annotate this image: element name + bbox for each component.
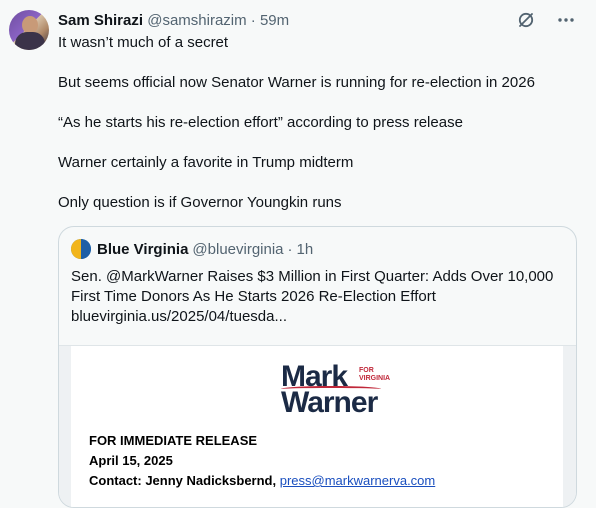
tweet-text: It wasn’t much of a secret But seems off… bbox=[58, 33, 578, 233]
tweet-actions bbox=[516, 10, 576, 30]
quote-image[interactable]: Mark FOR VIRGINIA Warner FOR IMMEDIATE R… bbox=[59, 345, 576, 507]
logo-for-virginia: FOR VIRGINIA bbox=[359, 367, 391, 382]
tweet-paragraph: Warner certainly a favorite in Trump mid… bbox=[58, 154, 354, 171]
grok-icon[interactable] bbox=[516, 10, 536, 30]
tweet-paragraph: It wasn’t much of a secret bbox=[58, 34, 229, 51]
tweet-paragraph: “As he starts his re-election effort” ac… bbox=[58, 114, 463, 131]
avatar-shirt bbox=[15, 32, 45, 50]
quote-link[interactable]: bluevirginia.us/2025/04/tuesda... bbox=[71, 307, 566, 327]
tweet-paragraph: But seems official now Senator Warner is… bbox=[58, 74, 535, 91]
tweet-header: Sam Shirazi @samshirazim · 59m bbox=[58, 12, 289, 29]
logo-bottom: Warner bbox=[281, 386, 378, 419]
release-label: FOR IMMEDIATE RELEASE bbox=[89, 433, 258, 448]
quote-line: First Time Donors As He Starts 2026 Re-E… bbox=[71, 288, 436, 305]
press-release-page: Mark FOR VIRGINIA Warner FOR IMMEDIATE R… bbox=[71, 346, 563, 507]
press-release-text: FOR IMMEDIATE RELEASE April 15, 2025 Con… bbox=[89, 431, 435, 491]
blue-virginia-logo-icon[interactable] bbox=[71, 239, 91, 259]
avatar[interactable] bbox=[9, 10, 49, 50]
quote-text: Sen. @MarkWarner Raises $3 Million in Fi… bbox=[71, 267, 566, 327]
tweet[interactable]: Sam Shirazi @samshirazim · 59m It wasn’t… bbox=[0, 0, 596, 508]
separator: · bbox=[250, 12, 256, 29]
author-handle[interactable]: @samshirazim bbox=[147, 12, 246, 29]
quote-timestamp[interactable]: 1h bbox=[297, 241, 314, 258]
quote-tweet[interactable]: Blue Virginia @bluevirginia · 1h Sen. @M… bbox=[58, 226, 577, 508]
release-date: April 15, 2025 bbox=[89, 453, 173, 468]
quote-author-handle[interactable]: @bluevirginia bbox=[192, 241, 283, 258]
more-icon[interactable] bbox=[556, 10, 576, 30]
quote-line: Sen. @MarkWarner Raises $3 Million in Fi… bbox=[71, 268, 554, 285]
release-contact: Contact: Jenny Nadicksbernd, press@markw… bbox=[89, 473, 436, 488]
tweet-paragraph: Only question is if Governor Youngkin ru… bbox=[58, 194, 342, 211]
separator: · bbox=[287, 240, 293, 258]
quote-header: Blue Virginia @bluevirginia · 1h bbox=[71, 239, 313, 259]
quote-author-name[interactable]: Blue Virginia bbox=[97, 241, 188, 258]
mark-warner-logo: Mark FOR VIRGINIA Warner bbox=[281, 362, 401, 419]
timestamp[interactable]: 59m bbox=[260, 12, 289, 29]
author-name[interactable]: Sam Shirazi bbox=[58, 12, 143, 29]
